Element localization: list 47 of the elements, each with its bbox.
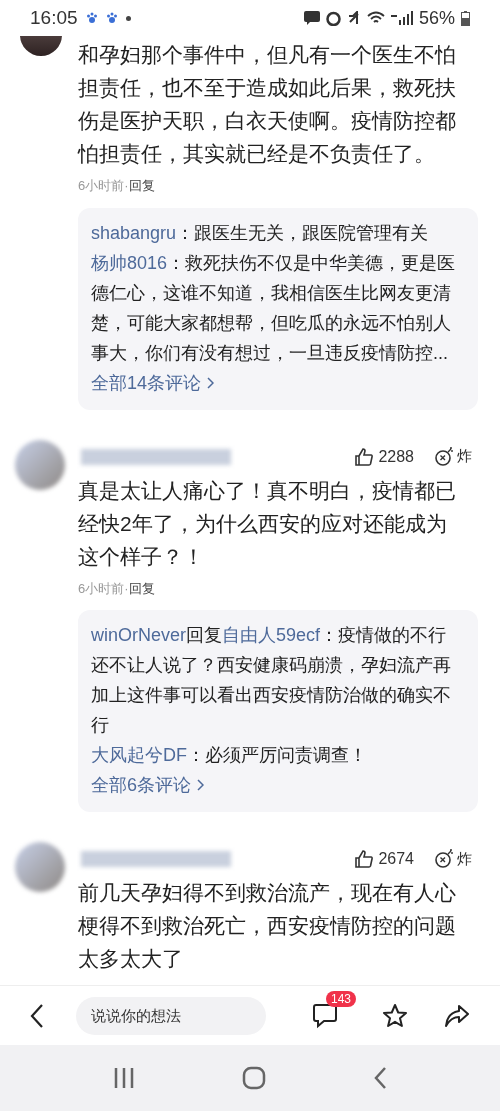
comment-time: 6小时前 bbox=[78, 177, 125, 195]
bomb-icon bbox=[434, 849, 454, 869]
battery-percentage: 56% bbox=[418, 6, 455, 30]
username-link[interactable]: 自由人59ecf bbox=[222, 625, 321, 645]
username-link[interactable]: winOrNever bbox=[91, 625, 187, 645]
reply-text: 杨帅8016：救死扶伤不仅是中华美德，更是医德仁心，这谁不知道，我相信医生比网友更清楚，可能大家都想帮，但吃瓜的永远不怕别人事大，你们有没有想过，一旦违反疫情防控... bbox=[91, 251, 457, 365]
bomb-button[interactable]: 炸 bbox=[434, 445, 472, 468]
reply-link[interactable]: 回复 bbox=[128, 176, 155, 196]
paw-icon bbox=[105, 12, 118, 24]
separator-dot: · bbox=[124, 579, 129, 598]
comment-count-badge: 143 bbox=[326, 990, 357, 1007]
dot-icon bbox=[125, 15, 131, 21]
thumbs-up-icon bbox=[354, 446, 375, 467]
home-icon[interactable] bbox=[242, 1066, 266, 1090]
bomb-icon bbox=[434, 446, 454, 467]
wifi-icon bbox=[366, 11, 385, 25]
all-comments-link[interactable]: 全部14条评论 bbox=[91, 367, 215, 398]
signal-icon bbox=[390, 11, 413, 25]
separator-dot: · bbox=[124, 177, 129, 195]
reply-link[interactable]: 回复 bbox=[128, 578, 155, 598]
thumbs-up-icon bbox=[354, 849, 375, 869]
reply-text: shabangru：跟医生无关，跟医院管理有关 bbox=[91, 221, 430, 245]
bomb-button[interactable]: 炸 bbox=[434, 847, 472, 871]
message-icon bbox=[303, 11, 320, 25]
chevron-right-icon bbox=[197, 779, 204, 791]
share-icon[interactable] bbox=[444, 1003, 470, 1028]
reply-text: winOrNever回复自由人59ecf：疫情做的不行还不让人说了？西安健康码崩溃，孕妇流产再加上这件事可以看出西安疫情防治做的确实不行 bbox=[91, 624, 452, 737]
username-link[interactable]: shabangru bbox=[91, 222, 177, 243]
like-button[interactable]: 2674 bbox=[354, 847, 414, 871]
username-link[interactable]: 杨帅8016 bbox=[91, 252, 168, 273]
comment-text: 真是太让人痛心了！真不明白，疫情都已经快2年了，为什么西安的应对还能成为这个样子？！ bbox=[78, 477, 457, 570]
recent-apps-icon[interactable] bbox=[113, 1067, 136, 1089]
chevron-right-icon bbox=[207, 376, 215, 389]
comment-input[interactable]: 说说你的想法 bbox=[76, 996, 266, 1035]
battery-icon bbox=[461, 10, 470, 26]
back-icon[interactable] bbox=[30, 1002, 44, 1029]
like-button[interactable]: 2288 bbox=[354, 444, 414, 469]
all-comments-link[interactable]: 全部6条评论 bbox=[91, 770, 204, 800]
status-time: 16:05 bbox=[30, 5, 78, 30]
comment-icon[interactable] bbox=[312, 1002, 338, 1029]
reply-text: 大风起兮DF：必须严厉问责调查！ bbox=[91, 744, 368, 767]
username-link[interactable]: 大风起兮DF bbox=[91, 745, 187, 765]
comment-text: 前几天孕妇得不到救治流产，现在有人心梗得不到救治死亡，西安疫情防控的问题太多太大了 bbox=[78, 880, 457, 972]
paw-icon bbox=[85, 12, 98, 24]
comment-time: 6小时前 bbox=[78, 579, 125, 598]
star-icon[interactable] bbox=[382, 1002, 408, 1029]
comment-text: 和孕妇那个事件中，但凡有一个医生不怕担责任，也不至于造成如此后果，救死扶伤是医护天职，白衣天使啊。疫情防控都怕担责任，其实就已经是不负责任了。 bbox=[78, 42, 457, 167]
